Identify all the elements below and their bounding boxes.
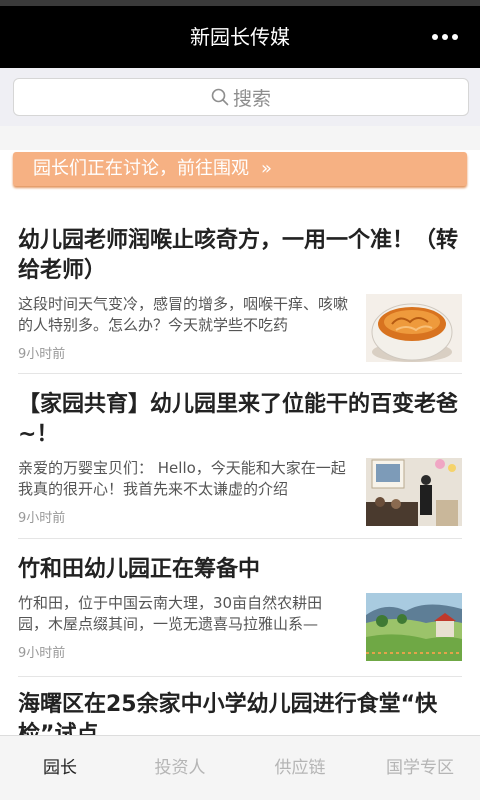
discussion-banner[interactable]: 园长们正在讨论，前往围观 »: [13, 152, 467, 186]
article-title: 幼儿园老师润喉止咳奇方，一用一个准！（转给老师）: [18, 228, 459, 283]
search-icon: [211, 88, 229, 106]
tab-principal[interactable]: 园长: [0, 736, 120, 800]
article-thumbnail: [366, 458, 462, 526]
article-item[interactable]: 竹和田幼儿园正在筹备中 竹和田，位于中国云南大理，30亩自然农耕田园，木屋点缀其…: [18, 555, 462, 661]
app-header: 新园长传媒: [0, 6, 480, 68]
page-title: 新园长传媒: [190, 25, 290, 49]
search-placeholder: 搜索: [232, 87, 271, 110]
bottom-tab-bar: 园长 投资人 供应链 国学专区: [0, 735, 480, 800]
ellipsis-icon[interactable]: [432, 32, 458, 42]
divider: [18, 373, 462, 374]
tab-chinese-studies[interactable]: 国学专区: [360, 736, 480, 800]
article-thumbnail: [366, 294, 462, 362]
article-item[interactable]: 【家园共育】幼儿园里来了位能干的百变老爸~！ 亲爱的万婴宝贝们： Hello，今…: [18, 390, 462, 526]
article-summary: 这段时间天气变冷，感冒的增多，咽喉干痒、咳嗽的人特别多。怎么办？今天就学些不吃药: [18, 295, 348, 334]
tab-investor[interactable]: 投资人: [120, 736, 240, 800]
article-title: 【家园共育】幼儿园里来了位能干的百变老爸~！: [18, 392, 459, 447]
search-input[interactable]: 搜索: [13, 78, 469, 116]
article-thumbnail: [366, 593, 462, 661]
banner-text: 园长们正在讨论，前往围观: [33, 158, 249, 179]
tab-supply-chain[interactable]: 供应链: [240, 736, 360, 800]
divider: [18, 676, 462, 677]
article-summary: 亲爱的万婴宝贝们： Hello，今天能和大家在一起我真的很开心！我首先来不太谦虚…: [18, 459, 346, 498]
article-summary: 竹和田，位于中国云南大理，30亩自然农耕田园，木屋点缀其间，一览无遗喜马拉雅山系…: [18, 594, 323, 633]
search-area: 搜索: [0, 68, 480, 126]
section-gap: [0, 126, 480, 150]
double-chevron-right-icon: »: [261, 158, 272, 179]
divider: [18, 538, 462, 539]
article-item[interactable]: 幼儿园老师润喉止咳奇方，一用一个准！（转给老师） 这段时间天气变冷，感冒的增多，…: [18, 226, 462, 362]
article-title: 竹和田幼儿园正在筹备中: [18, 557, 261, 582]
